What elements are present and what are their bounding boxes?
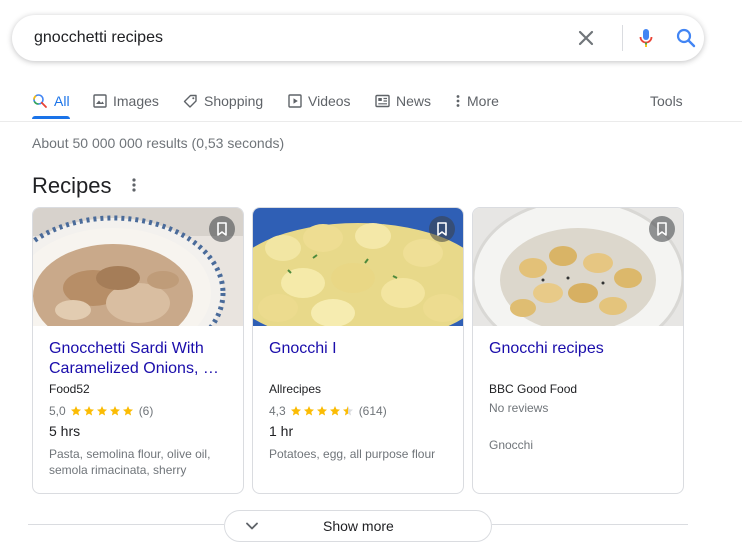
star-icon bbox=[290, 406, 301, 416]
star-icon bbox=[329, 406, 340, 416]
bookmark-icon[interactable] bbox=[649, 216, 675, 242]
star-icon bbox=[303, 406, 314, 416]
clear-search-icon[interactable] bbox=[574, 26, 598, 50]
tab-all[interactable]: All bbox=[32, 90, 70, 112]
news-icon bbox=[375, 94, 390, 108]
recipe-title[interactable]: Gnocchi recipes bbox=[489, 339, 671, 359]
tab-news[interactable]: News bbox=[375, 90, 431, 112]
recipe-ingredients: Pasta, semolina flour, olive oil, semola… bbox=[49, 447, 211, 477]
star-rating bbox=[290, 405, 355, 417]
show-more-label: Show more bbox=[323, 518, 394, 534]
tab-more[interactable]: More bbox=[455, 90, 499, 112]
tools-label: Tools bbox=[650, 93, 683, 109]
recipe-title[interactable]: Gnocchi I bbox=[269, 339, 451, 359]
microphone-icon[interactable] bbox=[634, 26, 658, 50]
recipe-ingredients: Potatoes, egg, all purpose flour bbox=[269, 447, 436, 461]
search-tabs: All Images Shopping Videos News More Too… bbox=[0, 86, 742, 122]
star-icon bbox=[109, 406, 120, 416]
rating-value: 5,0 bbox=[49, 404, 66, 418]
tab-images-label: Images bbox=[113, 93, 159, 109]
search-bar bbox=[12, 15, 704, 61]
review-count: (6) bbox=[138, 404, 154, 418]
star-icon bbox=[316, 406, 327, 416]
star-icon bbox=[96, 406, 107, 416]
bookmark-icon[interactable] bbox=[209, 216, 235, 242]
play-icon bbox=[288, 94, 302, 108]
star-icon bbox=[70, 406, 81, 416]
recipe-source: Food52 bbox=[49, 382, 90, 396]
recipe-source: BBC Good Food bbox=[489, 382, 578, 396]
search-icon[interactable] bbox=[674, 26, 698, 50]
recipe-time: 1 hr bbox=[269, 423, 294, 439]
recipe-card[interactable]: Gnocchi recipes BBC Good Food No reviews… bbox=[472, 207, 684, 494]
no-reviews-label: No reviews bbox=[489, 401, 549, 415]
star-rating bbox=[70, 405, 135, 417]
result-stats: About 50 000 000 results (0,53 seconds) bbox=[32, 135, 285, 151]
tab-all-label: All bbox=[54, 93, 70, 109]
star-icon bbox=[83, 406, 94, 416]
section-title: Recipes bbox=[32, 173, 112, 198]
tab-shopping-label: Shopping bbox=[204, 93, 264, 109]
recipe-card[interactable]: Gnocchi I Allrecipes 4,3 (614) 1 hr Pota… bbox=[252, 207, 464, 494]
recipe-time: 5 hrs bbox=[49, 423, 81, 439]
show-more-divider-left bbox=[28, 524, 224, 525]
tag-icon bbox=[183, 94, 197, 108]
recipe-rating: 4,3 (614) bbox=[269, 404, 387, 418]
rating-value: 4,3 bbox=[269, 404, 286, 418]
search-input[interactable] bbox=[34, 28, 554, 48]
tab-videos[interactable]: Videos bbox=[288, 90, 351, 112]
recipe-source: Allrecipes bbox=[269, 382, 322, 396]
review-count: (614) bbox=[358, 404, 387, 418]
star-icon bbox=[122, 406, 133, 416]
recipe-card[interactable]: Gnocchetti Sardi With Caramelized Onions… bbox=[32, 207, 244, 494]
bookmark-icon[interactable] bbox=[429, 216, 455, 242]
tab-more-label: More bbox=[467, 93, 499, 109]
tools-button[interactable]: Tools bbox=[650, 90, 683, 112]
tabs-divider bbox=[0, 121, 742, 122]
recipe-category: Gnocchi bbox=[489, 438, 534, 452]
tab-images[interactable]: Images bbox=[93, 90, 159, 112]
recipe-title[interactable]: Gnocchetti Sardi With Caramelized Onions… bbox=[49, 339, 231, 379]
tab-videos-label: Videos bbox=[308, 93, 351, 109]
more-options-icon[interactable] bbox=[126, 176, 142, 194]
recipe-rating: 5,0 (6) bbox=[49, 404, 153, 418]
show-more-button[interactable]: Show more bbox=[224, 510, 492, 542]
chevron-down-icon bbox=[246, 522, 258, 530]
search-icon bbox=[33, 94, 47, 108]
more-vert-icon bbox=[456, 95, 460, 107]
tab-shopping[interactable]: Shopping bbox=[183, 90, 263, 112]
tab-news-label: News bbox=[396, 93, 432, 109]
search-bar-divider bbox=[622, 25, 623, 51]
show-more-divider-right bbox=[492, 524, 688, 525]
active-tab-indicator bbox=[32, 116, 70, 119]
image-icon bbox=[93, 94, 107, 108]
star-half-icon bbox=[342, 406, 353, 416]
